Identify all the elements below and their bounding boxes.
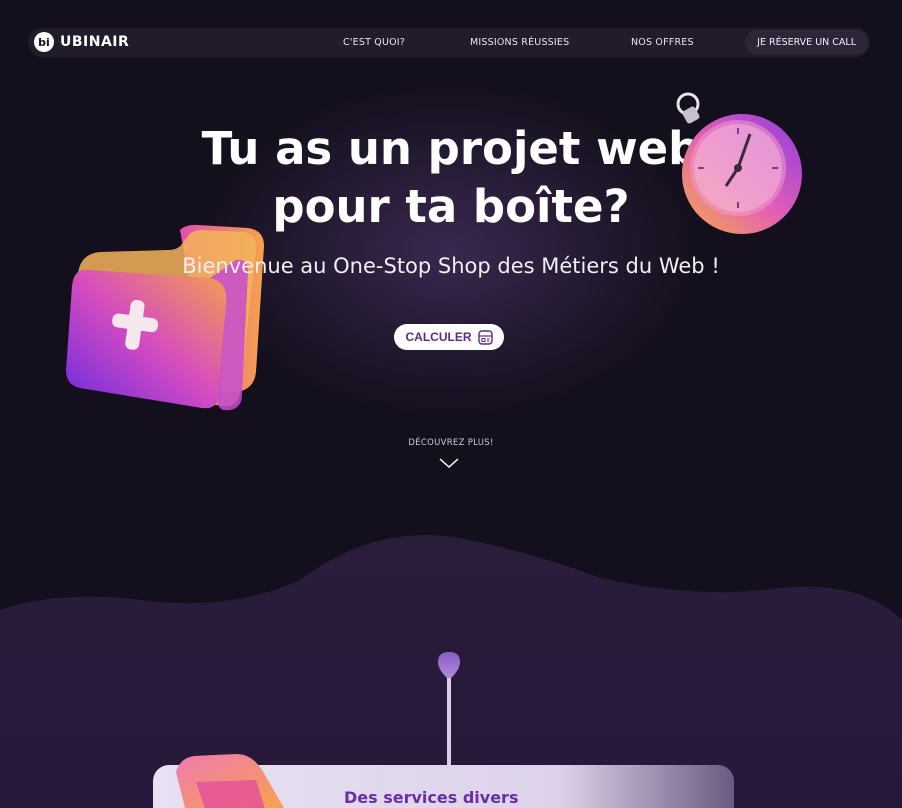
discover-more-link[interactable]: DÉCOUVREZ PLUS! [0, 438, 902, 448]
nav-link-offres[interactable]: NOS OFFRES [631, 28, 694, 57]
nav-link-cest-quoi[interactable]: C'EST QUOI? [343, 28, 405, 57]
calculator-icon [477, 329, 493, 345]
chevron-down-icon[interactable] [439, 457, 459, 469]
services-folder-illustration [176, 754, 284, 808]
calculate-button[interactable]: CALCULER [394, 324, 504, 350]
pin-marker-icon [438, 652, 460, 770]
logo-mark-icon: bi [34, 32, 54, 52]
hero-title-line-1: Tu as un projet web [201, 122, 701, 175]
calculate-button-label: CALCULER [405, 330, 472, 344]
book-call-button[interactable]: JE RÉSERVE UN CALL [745, 30, 868, 55]
services-card-title: Des services divers [344, 788, 519, 807]
hero-title-line-2: pour ta boîte? [272, 180, 630, 233]
brand-name: UBINAIR [60, 34, 130, 50]
hero-subtitle: Bienvenue au One-Stop Shop des Métiers d… [182, 254, 720, 278]
brand-logo[interactable]: bi UBINAIR [34, 32, 129, 52]
nav-link-missions[interactable]: MISSIONS RÉUSSIES [470, 28, 569, 57]
top-navbar: bi UBINAIR C'EST QUOI? MISSIONS RÉUSSIES… [28, 28, 870, 57]
stopwatch-illustration [676, 92, 802, 234]
folder-plus-illustration [66, 224, 264, 411]
